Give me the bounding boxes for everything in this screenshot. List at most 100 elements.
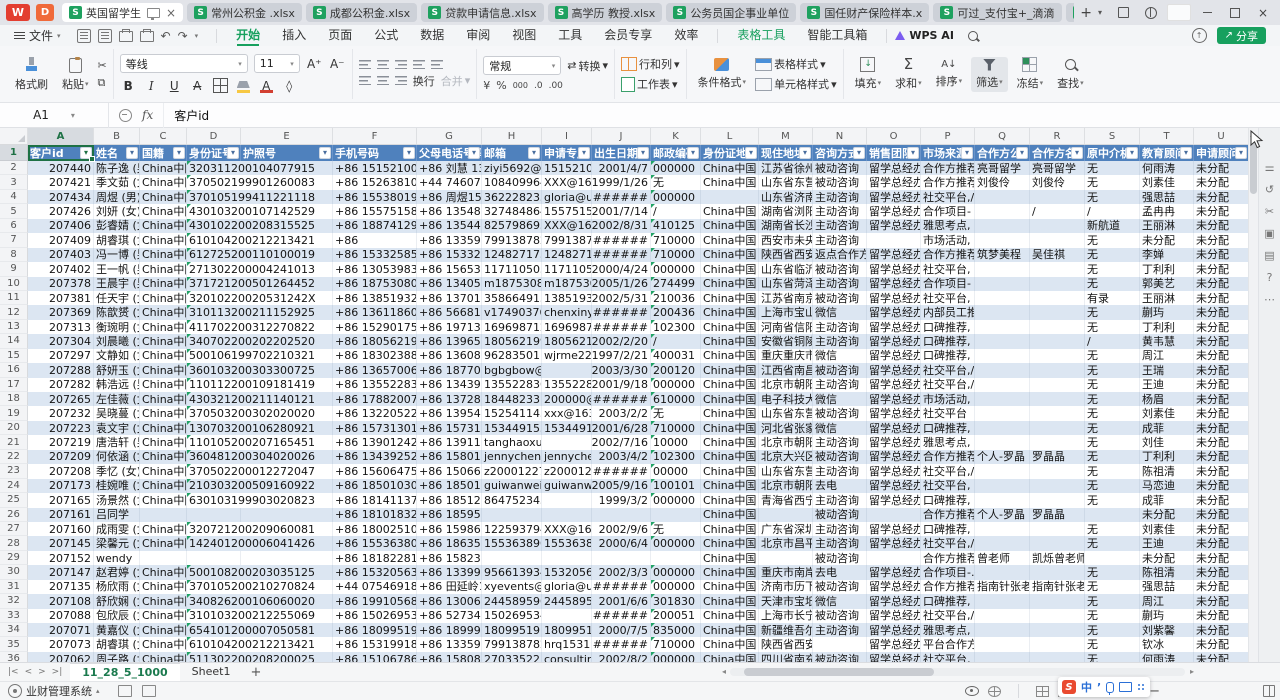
cell[interactable]: China中国 xyxy=(140,262,187,276)
cell[interactable]: +86 1396522100 xyxy=(417,334,482,348)
cell[interactable]: China中国 xyxy=(701,392,759,406)
header-cell[interactable]: 出生日期 xyxy=(592,145,651,161)
increase-font-icon[interactable]: A⁺ xyxy=(306,55,323,72)
cell[interactable]: China中国 xyxy=(701,219,759,233)
menu-tab-会员专享[interactable]: 会员专享 xyxy=(593,25,663,46)
worksheet-button[interactable]: 工作表▾ xyxy=(621,76,680,92)
cell[interactable]: 主动咨询 xyxy=(813,334,867,348)
cell[interactable]: +86 18141137 xyxy=(333,493,417,507)
normal-view-icon[interactable] xyxy=(1036,686,1049,697)
cell[interactable] xyxy=(651,508,701,522)
cell[interactable]: 2001/6/28 xyxy=(592,421,651,435)
cell[interactable]: 强思喆 xyxy=(1140,190,1194,204)
cell[interactable]: 244589596 xyxy=(542,594,592,608)
cell[interactable]: 被动咨询 xyxy=(813,551,867,565)
header-cell[interactable]: 市场来源 xyxy=(921,145,975,161)
cell[interactable]: 留学总经办 xyxy=(867,522,921,536)
header-cell[interactable]: 合作方公 xyxy=(975,145,1030,161)
cell[interactable]: 360103200303300725 xyxy=(187,363,241,377)
cell[interactable]: 主动咨询 xyxy=(813,464,867,478)
cell[interactable]: 207313 xyxy=(28,320,94,334)
cell[interactable]: 留学总经办 xyxy=(867,435,921,449)
cell[interactable] xyxy=(140,551,187,565)
cell[interactable]: 000000 xyxy=(651,378,701,392)
cell[interactable]: +86 13657006 xyxy=(333,363,417,377)
cell[interactable]: 未分配 xyxy=(1194,637,1248,651)
cell[interactable]: 留学总经办 xyxy=(867,291,921,305)
vertical-scrollbar[interactable]: ▲ xyxy=(1248,128,1258,662)
cell[interactable]: 山东省菏泽 xyxy=(759,277,813,291)
cell[interactable]: ######## xyxy=(592,464,651,478)
cell[interactable]: +86 18302388 xyxy=(333,349,417,363)
cell[interactable] xyxy=(701,190,759,204)
cell[interactable]: 天津市宝坻 xyxy=(759,594,813,608)
cell[interactable]: 去电 xyxy=(813,479,867,493)
cell[interactable]: 留学总经办 xyxy=(867,464,921,478)
sheet-tab[interactable]: Sheet1 xyxy=(180,663,243,681)
row-header[interactable]: 10 xyxy=(0,277,28,291)
add-sheet-button[interactable]: + xyxy=(242,665,269,680)
cell[interactable]: +86 1395468251 xyxy=(417,406,482,420)
cell[interactable]: China中国 xyxy=(140,219,187,233)
decrease-indent-icon[interactable] xyxy=(413,60,425,69)
cell[interactable]: +86 1343982452 xyxy=(417,378,482,392)
cell[interactable]: China中国 xyxy=(701,233,759,247)
cell[interactable]: 微信 xyxy=(813,305,867,319)
filter-dropdown-icon[interactable] xyxy=(403,147,415,159)
maximize-button[interactable] xyxy=(1222,3,1248,22)
row-header[interactable]: 23 xyxy=(0,464,28,478)
cell[interactable]: China中国 xyxy=(140,536,187,550)
close-tab-icon[interactable]: × xyxy=(166,7,176,19)
cell[interactable]: 207165 xyxy=(28,493,94,507)
cell[interactable]: 无 xyxy=(1085,378,1140,392)
cell[interactable]: 袁文宇 (女 xyxy=(94,421,140,435)
cell[interactable]: hrq153199 xyxy=(542,637,592,651)
cell[interactable]: 雅思考点, xyxy=(921,219,975,233)
cell[interactable]: 000000 xyxy=(651,161,701,175)
cell[interactable]: 未分配 xyxy=(1194,609,1248,623)
cell[interactable]: +86 18182281 xyxy=(333,551,417,565)
cell[interactable]: 2003/3/30 xyxy=(592,363,651,377)
cell[interactable]: 未分配 xyxy=(1194,175,1248,189)
column-header-R[interactable]: R xyxy=(1030,128,1085,144)
cell[interactable]: 108409964 xyxy=(482,175,542,189)
cell[interactable]: 320311200104077915 xyxy=(187,161,241,175)
cell[interactable] xyxy=(241,551,333,565)
filter-dropdown-icon[interactable] xyxy=(227,147,239,159)
cell[interactable]: 2001/7/14 xyxy=(592,204,651,218)
cell[interactable]: 陕西省西安 xyxy=(759,637,813,651)
cell[interactable]: 未分配 xyxy=(1194,291,1248,305)
filter-dropdown-icon[interactable] xyxy=(687,147,699,159)
row-header[interactable]: 3 xyxy=(0,175,28,189)
cell[interactable]: 丁利利 xyxy=(1140,320,1194,334)
cell[interactable]: 西安市未央 xyxy=(759,233,813,247)
row-header[interactable]: 28 xyxy=(0,536,28,550)
cell[interactable]: China中国 xyxy=(701,175,759,189)
cell[interactable]: 110112200109181419 xyxy=(187,378,241,392)
cell[interactable]: +86 1877000215 xyxy=(417,363,482,377)
cell[interactable]: 主动咨询 xyxy=(813,277,867,291)
filter-dropdown-icon[interactable] xyxy=(1235,147,1247,159)
select-all-corner[interactable] xyxy=(0,128,28,144)
cell[interactable] xyxy=(1030,522,1085,536)
cell[interactable]: China中国 xyxy=(140,594,187,608)
cell[interactable]: +86 18874129 xyxy=(333,219,417,233)
cell[interactable]: 黄韦慧 xyxy=(1140,334,1194,348)
cell[interactable]: 季文茹 (女 xyxy=(94,175,140,189)
cell[interactable]: China中国 xyxy=(701,406,759,420)
cell[interactable]: 微信 xyxy=(813,392,867,406)
cell[interactable]: 被动咨询 xyxy=(813,262,867,276)
cell[interactable] xyxy=(975,262,1030,276)
cell[interactable]: +86 52734062 xyxy=(417,609,482,623)
cell[interactable]: China中国 xyxy=(140,623,187,637)
cell[interactable]: 合作方推荐 xyxy=(921,175,975,189)
cell[interactable] xyxy=(975,349,1030,363)
cell[interactable] xyxy=(1030,406,1085,420)
cell[interactable] xyxy=(975,190,1030,204)
cell[interactable]: 何依涵 (女 xyxy=(94,450,140,464)
cell[interactable]: +86 1863505000 xyxy=(417,536,482,550)
cell[interactable]: China中国 xyxy=(701,522,759,536)
cell[interactable]: 未分配 xyxy=(1194,551,1248,565)
cell[interactable]: 未分配 xyxy=(1194,233,1248,247)
cell[interactable]: 留学总经办 xyxy=(867,175,921,189)
